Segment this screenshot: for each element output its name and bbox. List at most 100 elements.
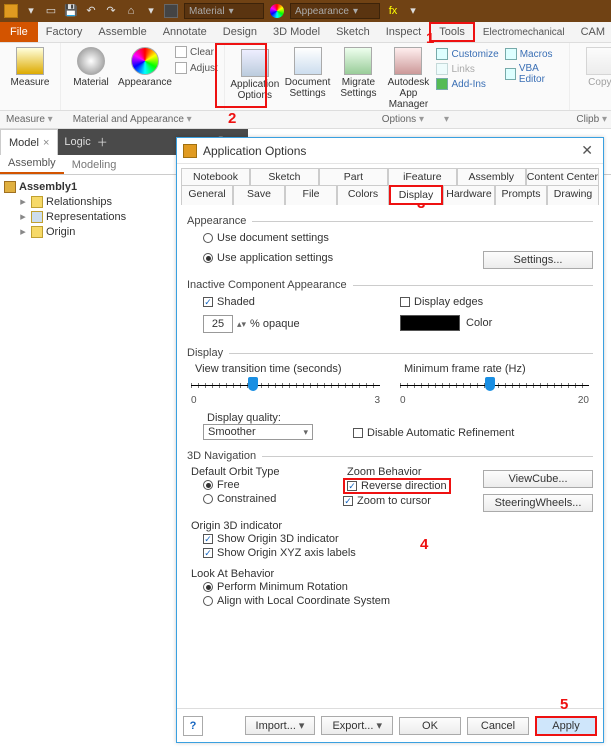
tree-relationships[interactable]: ▸Relationships — [4, 194, 166, 209]
check-show-origin-xyz[interactable]: Show Origin XYZ axis labels — [187, 546, 593, 560]
undo-icon[interactable]: ↶ — [84, 4, 98, 18]
check-shaded[interactable]: Shaded — [187, 295, 380, 309]
min-frame-rate-slider[interactable] — [400, 377, 589, 393]
min-frame-rate-label: Minimum frame rate (Hz) — [404, 363, 589, 375]
tab-cam[interactable]: CAM — [573, 22, 611, 42]
material-swatch[interactable] — [164, 4, 178, 18]
check-reverse-direction[interactable]: Reverse direction — [343, 478, 451, 494]
links-button[interactable]: Links — [436, 62, 498, 76]
tab-3dmodel[interactable]: 3D Model — [265, 22, 328, 42]
group-material-appearance[interactable]: Material and Appearance — [73, 114, 192, 125]
steeringwheels-button[interactable]: SteeringWheels... — [483, 494, 593, 512]
expand-icon[interactable]: ▸ — [18, 195, 28, 208]
tree-representations[interactable]: ▸Representations — [4, 209, 166, 224]
save-icon[interactable]: 💾 — [64, 4, 78, 18]
close-icon[interactable]: × — [43, 137, 49, 149]
dlgtab-notebook[interactable]: Notebook — [181, 168, 250, 185]
radio-perform-min-rotation[interactable]: Perform Minimum Rotation — [187, 580, 593, 594]
vba-editor-button[interactable]: VBA Editor — [505, 62, 563, 86]
redo-icon[interactable]: ↷ — [104, 4, 118, 18]
appearance-swatch[interactable] — [270, 4, 284, 18]
dlgtab-display[interactable]: Display — [389, 185, 443, 205]
subtab-assembly[interactable]: Assembly — [0, 154, 64, 174]
settings-caret[interactable]: ▾ — [144, 4, 158, 18]
tab-assemble[interactable]: Assemble — [90, 22, 154, 42]
application-options-button[interactable]: Application Options — [231, 45, 279, 103]
group-measure[interactable]: Measure — [6, 114, 53, 125]
macros-button[interactable]: Macros — [505, 47, 563, 61]
tab-sketch[interactable]: Sketch — [328, 22, 378, 42]
view-transition-slider[interactable] — [191, 377, 380, 393]
ok-button[interactable]: OK — [399, 717, 461, 735]
migrate-settings-button[interactable]: Migrate Settings — [336, 45, 380, 99]
measure-button[interactable]: Measure — [6, 45, 54, 88]
help-button[interactable]: ? — [183, 716, 203, 736]
cancel-button[interactable]: Cancel — [467, 717, 529, 735]
tab-inspect[interactable]: Inspect — [378, 22, 429, 42]
dlgtab-hardware[interactable]: Hardware — [443, 185, 495, 205]
autodesk-app-manager-button[interactable]: Autodesk App Manager — [386, 45, 430, 110]
dlgtab-contentcenter[interactable]: Content Center — [526, 168, 599, 185]
radio-orbit-free[interactable]: Free — [187, 478, 337, 492]
dlgtab-ifeature[interactable]: iFeature — [388, 168, 457, 185]
model-tab[interactable]: Model × — [0, 129, 58, 155]
adjust-button[interactable]: Adjust — [175, 61, 218, 75]
appearance-combo[interactable]: Appearance▾ — [290, 3, 380, 19]
home-icon[interactable]: ⌂ — [124, 4, 138, 18]
dlgtab-prompts[interactable]: Prompts — [495, 185, 547, 205]
apply-button[interactable]: Apply — [535, 716, 597, 736]
new-icon[interactable]: ▾ — [24, 4, 38, 18]
dialog-close-button[interactable]: ✕ — [577, 142, 597, 159]
viewcube-button[interactable]: ViewCube... — [483, 470, 593, 488]
export-button[interactable]: Export... — [321, 716, 393, 735]
copy-button[interactable]: Copy — [576, 45, 611, 88]
clear-button[interactable]: Clear — [175, 45, 218, 59]
check-disable-auto-refinement[interactable]: Disable Automatic Refinement — [353, 426, 514, 440]
subtab-modeling[interactable]: Modeling — [64, 156, 125, 174]
tab-file[interactable]: File — [0, 22, 38, 42]
tree-root[interactable]: Assembly1 — [4, 180, 166, 194]
open-icon[interactable]: ▭ — [44, 4, 58, 18]
document-settings-button[interactable]: Document Settings — [285, 45, 331, 99]
dlgtab-colors[interactable]: Colors — [337, 185, 389, 205]
dlgtab-sketch[interactable]: Sketch — [250, 168, 319, 185]
radio-use-application-settings[interactable]: Use application settings — [187, 251, 473, 265]
dlgtab-assembly[interactable]: Assembly — [457, 168, 526, 185]
display-quality-combo[interactable]: Smoother — [203, 424, 313, 440]
expand-icon[interactable]: ▸ — [18, 210, 28, 223]
logic-add-icon[interactable]: ＋ — [97, 134, 108, 150]
color-swatch[interactable] — [400, 315, 460, 331]
tab-factory[interactable]: Factory — [38, 22, 91, 42]
tree-origin[interactable]: ▸Origin — [4, 224, 166, 239]
addins-button[interactable]: Add-Ins — [436, 77, 498, 91]
tab-tools[interactable]: Tools — [429, 22, 475, 42]
group-clipboard: Clipb — [576, 114, 607, 125]
model-tab-label: Model — [9, 137, 39, 149]
customize-button[interactable]: Customize — [436, 47, 498, 61]
settings-button[interactable]: Settings... — [483, 251, 593, 269]
opaque-input[interactable]: 25 — [203, 315, 233, 333]
import-button[interactable]: Import... — [245, 716, 316, 735]
dlgtab-drawing[interactable]: Drawing — [547, 185, 599, 205]
radio-orbit-constrained[interactable]: Constrained — [187, 492, 337, 506]
fx-icon[interactable]: fx — [386, 4, 400, 18]
material-button[interactable]: Material — [67, 45, 115, 88]
dlgtab-save[interactable]: Save — [233, 185, 285, 205]
radio-icon — [203, 233, 213, 243]
check-display-edges[interactable]: Display edges — [400, 295, 593, 309]
group-options[interactable]: Options — [382, 114, 424, 125]
qat-caret[interactable]: ▾ — [406, 4, 420, 18]
tab-annotate[interactable]: Annotate — [155, 22, 215, 42]
material-combo[interactable]: Material▾ — [184, 3, 264, 19]
appearance-button[interactable]: Appearance — [121, 45, 169, 88]
radio-use-document-settings[interactable]: Use document settings — [187, 231, 473, 245]
expand-icon[interactable]: ▸ — [18, 225, 28, 238]
dlgtab-general[interactable]: General — [181, 185, 233, 205]
radio-align-local-cs[interactable]: Align with Local Coordinate System — [187, 594, 593, 608]
tab-env[interactable]: Electromechanical — [475, 22, 573, 42]
check-zoom-to-cursor[interactable]: Zoom to cursor — [343, 494, 463, 508]
tab-design[interactable]: Design — [215, 22, 265, 42]
dlgtab-file[interactable]: File — [285, 185, 337, 205]
dlgtab-part[interactable]: Part — [319, 168, 388, 185]
check-show-origin-indicator[interactable]: Show Origin 3D indicator — [187, 532, 593, 546]
